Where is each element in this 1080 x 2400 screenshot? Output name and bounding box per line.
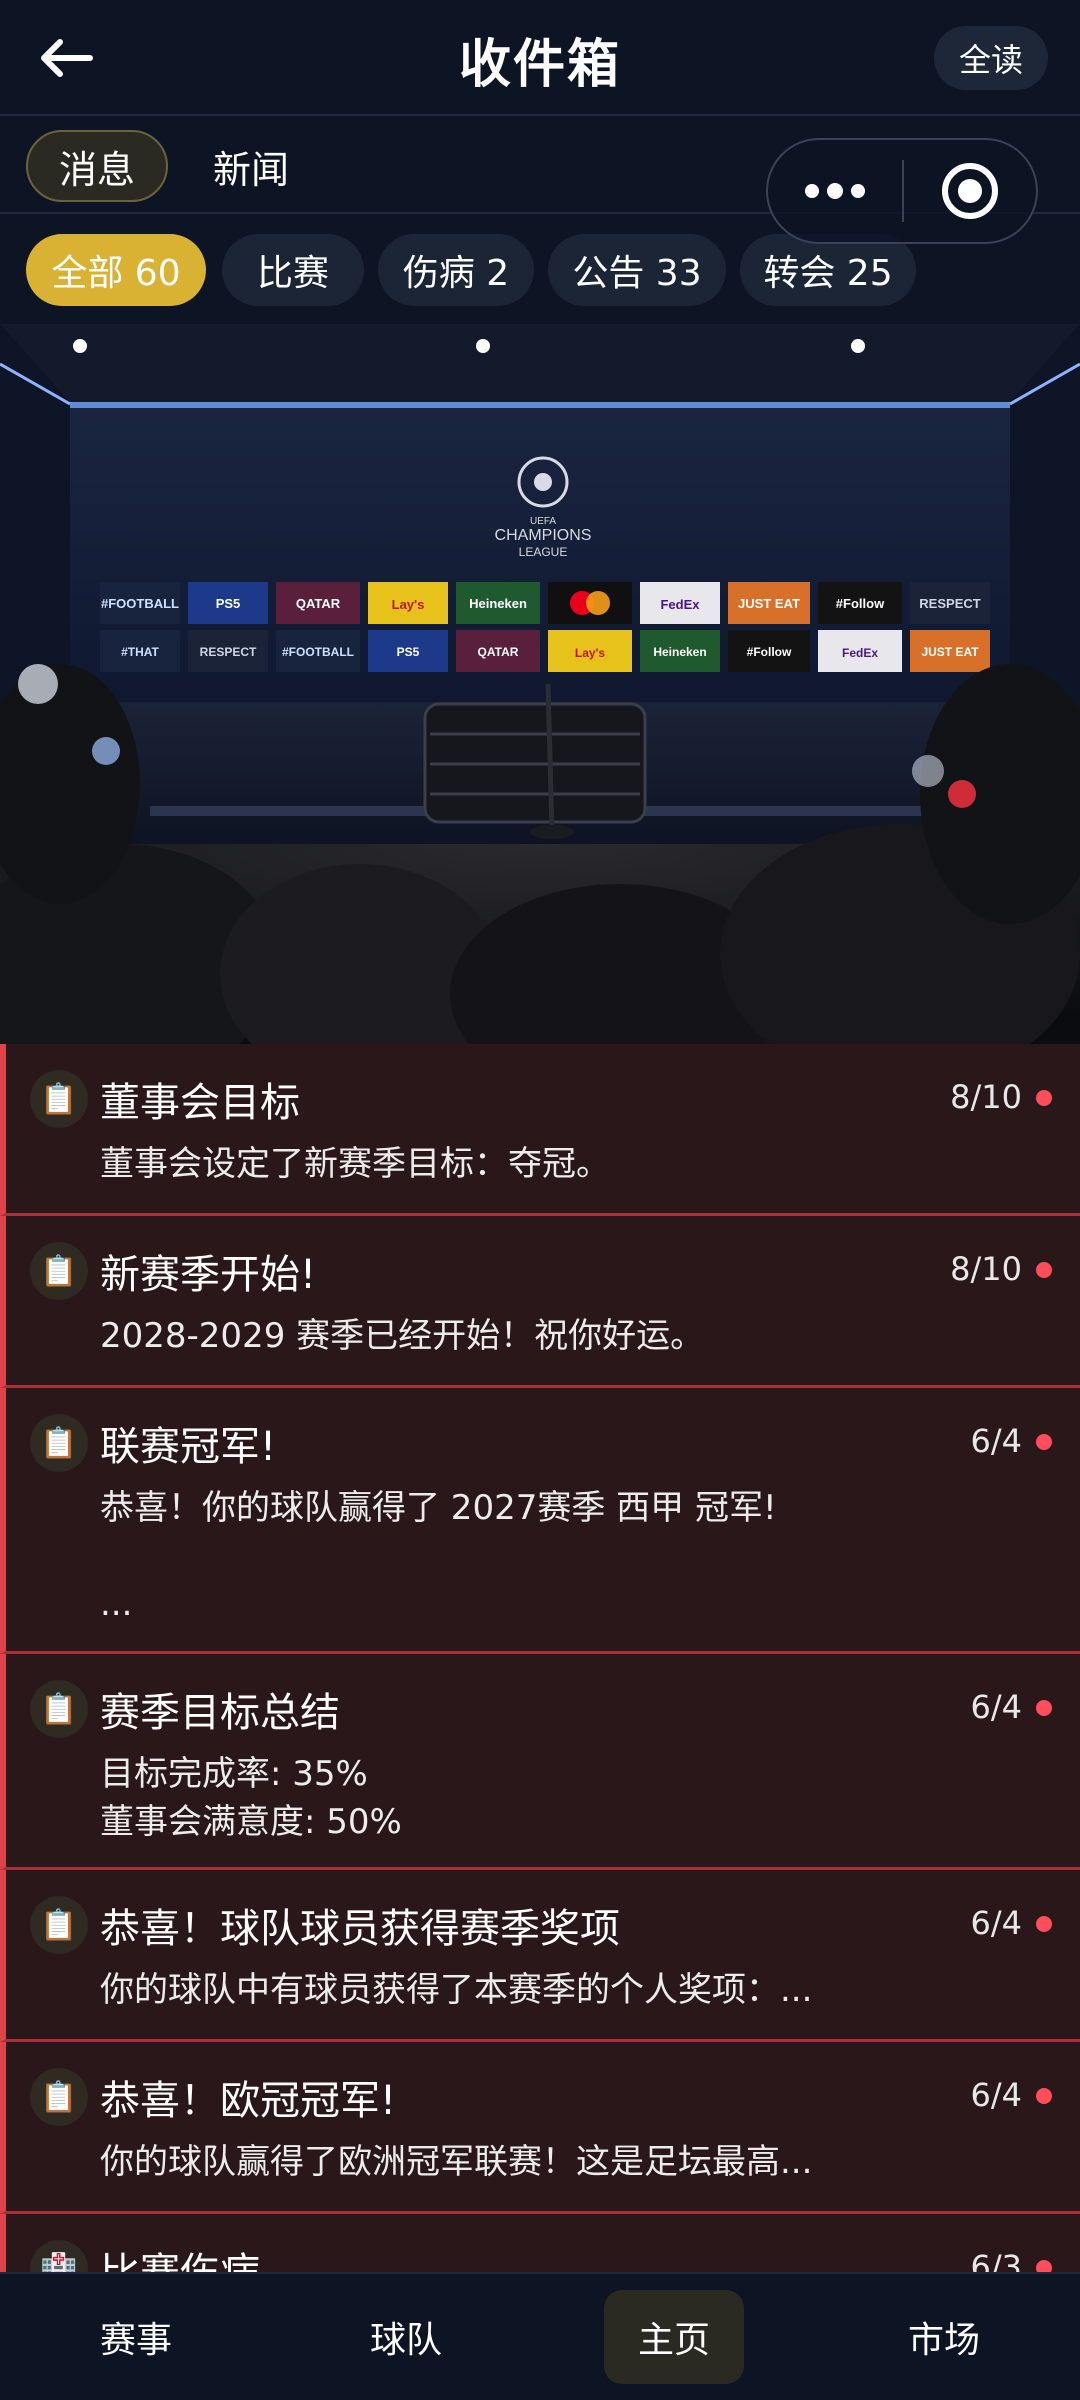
svg-text:FedEx: FedEx	[842, 646, 878, 660]
message-title: 恭喜！欧冠冠军!	[100, 2078, 397, 2124]
message-title: 新赛季开始!	[100, 1252, 317, 1298]
message-date: 8/10	[950, 1078, 1022, 1116]
filter-transfer[interactable]: 转会 25	[740, 234, 916, 306]
clipboard-icon: 📋	[30, 2068, 88, 2126]
svg-text:PS5: PS5	[216, 596, 241, 611]
svg-text:#Follow: #Follow	[747, 645, 792, 659]
svg-text:LEAGUE: LEAGUE	[519, 545, 568, 559]
message-item[interactable]: 📋 赛季目标总结 6/4 目标完成率: 35% 董事会满意度: 50%	[0, 1654, 1080, 1870]
message-date: 6/3	[970, 2248, 1023, 2272]
message-item[interactable]: 🏥 比赛伤病 6/3	[0, 2214, 1080, 2272]
more-menu-button[interactable]	[768, 140, 902, 242]
nav-home[interactable]: 主页	[604, 2290, 744, 2384]
svg-text:QATAR: QATAR	[478, 645, 519, 659]
svg-text:Heineken: Heineken	[653, 645, 706, 659]
svg-text:#Follow: #Follow	[836, 596, 885, 611]
miniprogram-capsule	[766, 138, 1038, 244]
message-item[interactable]: 📋 联赛冠军! 6/4 恭喜！你的球队赢得了 2027赛季 西甲 冠军! ...	[0, 1388, 1080, 1654]
svg-text:RESPECT: RESPECT	[919, 596, 980, 611]
clipboard-icon: 📋	[30, 1414, 88, 1472]
message-date: 6/4	[970, 1688, 1023, 1726]
message-preview: 恭喜！你的球队赢得了 2027赛季 西甲 冠军! ...	[100, 1488, 777, 1624]
svg-text:CHAMPIONS: CHAMPIONS	[495, 527, 592, 544]
medical-icon: 🏥	[30, 2240, 88, 2272]
message-item[interactable]: 📋 恭喜！球队球员获得赛季奖项 6/4 你的球队中有球员获得了本赛季的个人奖项：…	[0, 1870, 1080, 2042]
message-preview: 你的球队赢得了欧洲冠军联赛！这是足坛最高...	[100, 2142, 813, 2182]
clipboard-icon: 📋	[30, 1242, 88, 1300]
message-item[interactable]: 📋 董事会目标 8/10 董事会设定了新赛季目标：夺冠。	[0, 1044, 1080, 1216]
message-date: 6/4	[970, 2076, 1023, 2114]
unread-dot-icon	[1036, 2088, 1052, 2104]
svg-text:JUST EAT: JUST EAT	[921, 645, 979, 659]
message-preview: 2028-2029 赛季已经开始！祝你好运。	[100, 1316, 705, 1356]
svg-text:#FOOTBALL: #FOOTBALL	[282, 645, 354, 659]
target-icon	[942, 163, 998, 219]
more-dot-icon	[805, 184, 819, 198]
svg-text:PS5: PS5	[397, 645, 420, 659]
svg-text:UEFA: UEFA	[530, 516, 556, 527]
close-miniprogram-button[interactable]	[904, 140, 1036, 242]
svg-text:Lay's: Lay's	[575, 646, 606, 660]
nav-team[interactable]: 球队	[336, 2290, 476, 2384]
more-dot-icon	[851, 184, 865, 198]
unread-dot-icon	[1036, 1090, 1052, 1106]
message-date: 8/10	[950, 1250, 1022, 1288]
clipboard-icon: 📋	[30, 1070, 88, 1128]
svg-text:RESPECT: RESPECT	[200, 645, 257, 659]
filter-all[interactable]: 全部 60	[26, 234, 206, 306]
filter-injury[interactable]: 伤病 2	[378, 234, 534, 306]
filter-match[interactable]: 比赛	[222, 234, 364, 306]
press-room-hero-image: UEFA CHAMPIONS LEAGUE #FOOTBALL PS5 QATA…	[0, 324, 1080, 1044]
svg-text:Heineken: Heineken	[469, 596, 527, 611]
svg-text:#THAT: #THAT	[121, 645, 159, 659]
clipboard-icon: 📋	[30, 1896, 88, 1954]
clipboard-icon: 📋	[30, 1680, 88, 1738]
message-date: 6/4	[970, 1904, 1023, 1942]
message-item[interactable]: 📋 恭喜！欧冠冠军! 6/4 你的球队赢得了欧洲冠军联赛！这是足坛最高...	[0, 2042, 1080, 2214]
bottom-navigation: 赛事 球队 主页 市场	[0, 2272, 1080, 2400]
unread-dot-icon	[1036, 2260, 1052, 2272]
nav-market[interactable]: 市场	[874, 2290, 1014, 2384]
unread-dot-icon	[1036, 1916, 1052, 1932]
page-title: 收件箱	[458, 35, 621, 95]
more-dot-icon	[827, 183, 843, 199]
svg-text:QATAR: QATAR	[296, 596, 341, 611]
svg-text:#FOOTBALL: #FOOTBALL	[101, 596, 179, 611]
svg-text:JUST EAT: JUST EAT	[738, 596, 800, 611]
header-bar: 收件箱 全读	[0, 0, 1080, 116]
unread-dot-icon	[1036, 1434, 1052, 1450]
message-preview: 董事会设定了新赛季目标：夺冠。	[100, 1144, 610, 1184]
svg-text:Lay's: Lay's	[392, 597, 425, 612]
message-preview: 你的球队中有球员获得了本赛季的个人奖项：...	[100, 1970, 813, 2010]
read-all-button[interactable]: 全读	[934, 26, 1048, 90]
message-title: 赛季目标总结	[100, 1690, 340, 1736]
hero-illustration: UEFA CHAMPIONS LEAGUE #FOOTBALL PS5 QATA…	[0, 324, 1080, 1044]
tab-messages[interactable]: 消息	[26, 130, 168, 202]
message-item[interactable]: 📋 新赛季开始! 8/10 2028-2029 赛季已经开始！祝你好运。	[0, 1216, 1080, 1388]
tab-news[interactable]: 新闻	[196, 130, 306, 202]
unread-dot-icon	[1036, 1700, 1052, 1716]
message-title: 比赛伤病	[100, 2240, 260, 2272]
unread-dot-icon	[1036, 1262, 1052, 1278]
message-title: 董事会目标	[100, 1080, 300, 1126]
message-title: 联赛冠军!	[100, 1424, 277, 1470]
message-title: 恭喜！球队球员获得赛季奖项	[100, 1906, 620, 1952]
svg-text:FedEx: FedEx	[660, 597, 700, 612]
filter-announcement[interactable]: 公告 33	[548, 234, 726, 306]
message-date: 6/4	[970, 1422, 1023, 1460]
nav-matches[interactable]: 赛事	[66, 2290, 206, 2384]
message-preview: 目标完成率: 35% 董事会满意度: 50%	[100, 1754, 402, 1842]
message-list: 📋 董事会目标 8/10 董事会设定了新赛季目标：夺冠。 📋 新赛季开始! 8/…	[0, 1044, 1080, 2272]
